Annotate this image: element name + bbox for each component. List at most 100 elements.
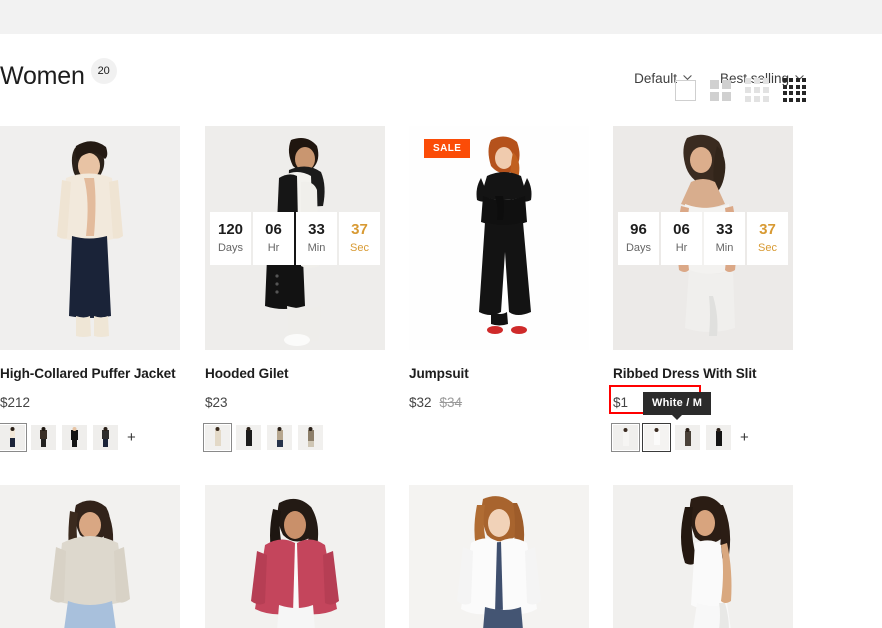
variant-swatch[interactable]: [0, 425, 25, 450]
variant-tooltip: White / M: [643, 392, 711, 415]
countdown-days: 120 Days: [210, 212, 251, 265]
product-price: $212: [0, 394, 30, 412]
grid-cell: [796, 91, 800, 95]
grid-cell: [745, 87, 751, 93]
product-image[interactable]: 120 Days 06 Hr 33 Min 37 Sec: [205, 126, 385, 350]
product-info: Ribbed Dress With Slit $1 White / M: [613, 350, 793, 450]
product-card[interactable]: [409, 485, 589, 628]
countdown-minutes-label: Min: [716, 240, 734, 256]
price-row: $1 White / M: [613, 394, 793, 412]
variant-swatch[interactable]: [93, 425, 118, 450]
grid-cell: [745, 96, 751, 102]
grid-cell: [796, 78, 800, 82]
variant-swatch[interactable]: [675, 425, 700, 450]
grid-cell: [802, 98, 806, 102]
price-row: $32 $34: [409, 394, 589, 412]
product-title[interactable]: Jumpsuit: [409, 365, 589, 383]
grid-cell: [802, 78, 806, 82]
model-figure-white-shirt: [409, 485, 589, 628]
grid-cell: [710, 92, 719, 101]
grid-cell: [789, 78, 793, 82]
grid-cell: [796, 85, 800, 89]
product-card[interactable]: 96 Days 06 Hr 33 Min 37 Sec: [613, 126, 793, 450]
countdown-days-value: 120: [218, 221, 243, 239]
variant-swatch[interactable]: [236, 425, 261, 450]
grid-cell: [789, 91, 793, 95]
product-compare-price: $34: [440, 394, 463, 412]
grid-cell: [710, 80, 719, 89]
product-image[interactable]: SALE: [409, 126, 589, 350]
view-toggles: [675, 78, 806, 102]
variant-swatch[interactable]: [205, 425, 230, 450]
countdown-hours-label: Hr: [676, 240, 688, 256]
countdown-hours: 06 Hr: [253, 212, 294, 265]
view-3-column-button[interactable]: [745, 78, 769, 102]
grid-cell: [789, 85, 793, 89]
variant-swatch[interactable]: [62, 425, 87, 450]
model-figure-white-slit-dress: [613, 485, 793, 628]
grid-cell: [763, 78, 769, 84]
top-band: [0, 0, 882, 34]
countdown-hours-value: 06: [673, 221, 690, 239]
more-swatches-button[interactable]: +: [127, 430, 136, 446]
grid-cell: [754, 78, 760, 84]
price-row: $212: [0, 394, 180, 412]
product-card[interactable]: [613, 485, 793, 628]
countdown-hours: 06 Hr: [661, 212, 702, 265]
grid-cell: [763, 87, 769, 93]
variant-swatches: +: [613, 425, 793, 450]
product-image[interactable]: [205, 485, 385, 628]
product-title[interactable]: Ribbed Dress With Slit: [613, 365, 793, 383]
countdown-minutes: 33 Min: [296, 212, 337, 265]
product-price: $32: [409, 394, 432, 412]
product-title[interactable]: High-Collared Puffer Jacket: [0, 365, 180, 383]
view-2-column-button[interactable]: [710, 80, 731, 101]
countdown-days-label: Days: [218, 240, 243, 256]
grid-cell: [783, 91, 787, 95]
grid-cell: [754, 96, 760, 102]
grid-cell: [796, 98, 800, 102]
variant-swatch[interactable]: [644, 425, 669, 450]
product-title[interactable]: Hooded Gilet: [205, 365, 385, 383]
product-card[interactable]: 120 Days 06 Hr 33 Min 37 Sec: [205, 126, 385, 450]
countdown-timer: 96 Days 06 Hr 33 Min 37 Sec: [618, 212, 788, 265]
view-4-column-button[interactable]: [783, 78, 806, 101]
more-swatches-button[interactable]: +: [740, 430, 749, 446]
variant-swatch[interactable]: [706, 425, 731, 450]
product-card[interactable]: SALE Jumpsuit $32 $34: [409, 126, 589, 412]
variant-swatch[interactable]: [31, 425, 56, 450]
product-image[interactable]: 96 Days 06 Hr 33 Min 37 Sec: [613, 126, 793, 350]
countdown-seconds-value: 37: [351, 221, 368, 239]
view-1-column-button[interactable]: [675, 80, 696, 101]
grid-cell: [783, 98, 787, 102]
product-info: Hooded Gilet $23: [205, 350, 385, 450]
model-figure-jumpsuit: [409, 126, 589, 350]
grid-cell: [722, 92, 731, 101]
product-image[interactable]: [613, 485, 793, 628]
product-image[interactable]: [0, 126, 180, 350]
product-image[interactable]: [409, 485, 589, 628]
product-card[interactable]: [205, 485, 385, 628]
countdown-hours-value: 06: [265, 221, 282, 239]
countdown-days: 96 Days: [618, 212, 659, 265]
product-image[interactable]: [0, 485, 180, 628]
grid-cell: [802, 91, 806, 95]
product-price: $23: [205, 394, 228, 412]
grid-cell: [783, 85, 787, 89]
product-listing-page: Women 20 Default Best selling: [0, 0, 882, 628]
grid-cell: [745, 78, 751, 84]
variant-swatches: +: [0, 425, 180, 450]
product-card[interactable]: [0, 485, 180, 628]
grid-cell: [754, 87, 760, 93]
filter-dropdown-label: Default: [634, 70, 677, 88]
countdown-hours-label: Hr: [268, 240, 280, 256]
product-card[interactable]: High-Collared Puffer Jacket $212: [0, 126, 180, 450]
product-count-badge: 20: [91, 58, 117, 84]
countdown-minutes-value: 33: [308, 221, 325, 239]
variant-swatch[interactable]: [298, 425, 323, 450]
countdown-minutes-label: Min: [308, 240, 326, 256]
variant-swatch[interactable]: [267, 425, 292, 450]
title-wrap: Women 20: [0, 60, 117, 92]
countdown-seconds: 37 Sec: [747, 212, 788, 265]
variant-swatch[interactable]: [613, 425, 638, 450]
